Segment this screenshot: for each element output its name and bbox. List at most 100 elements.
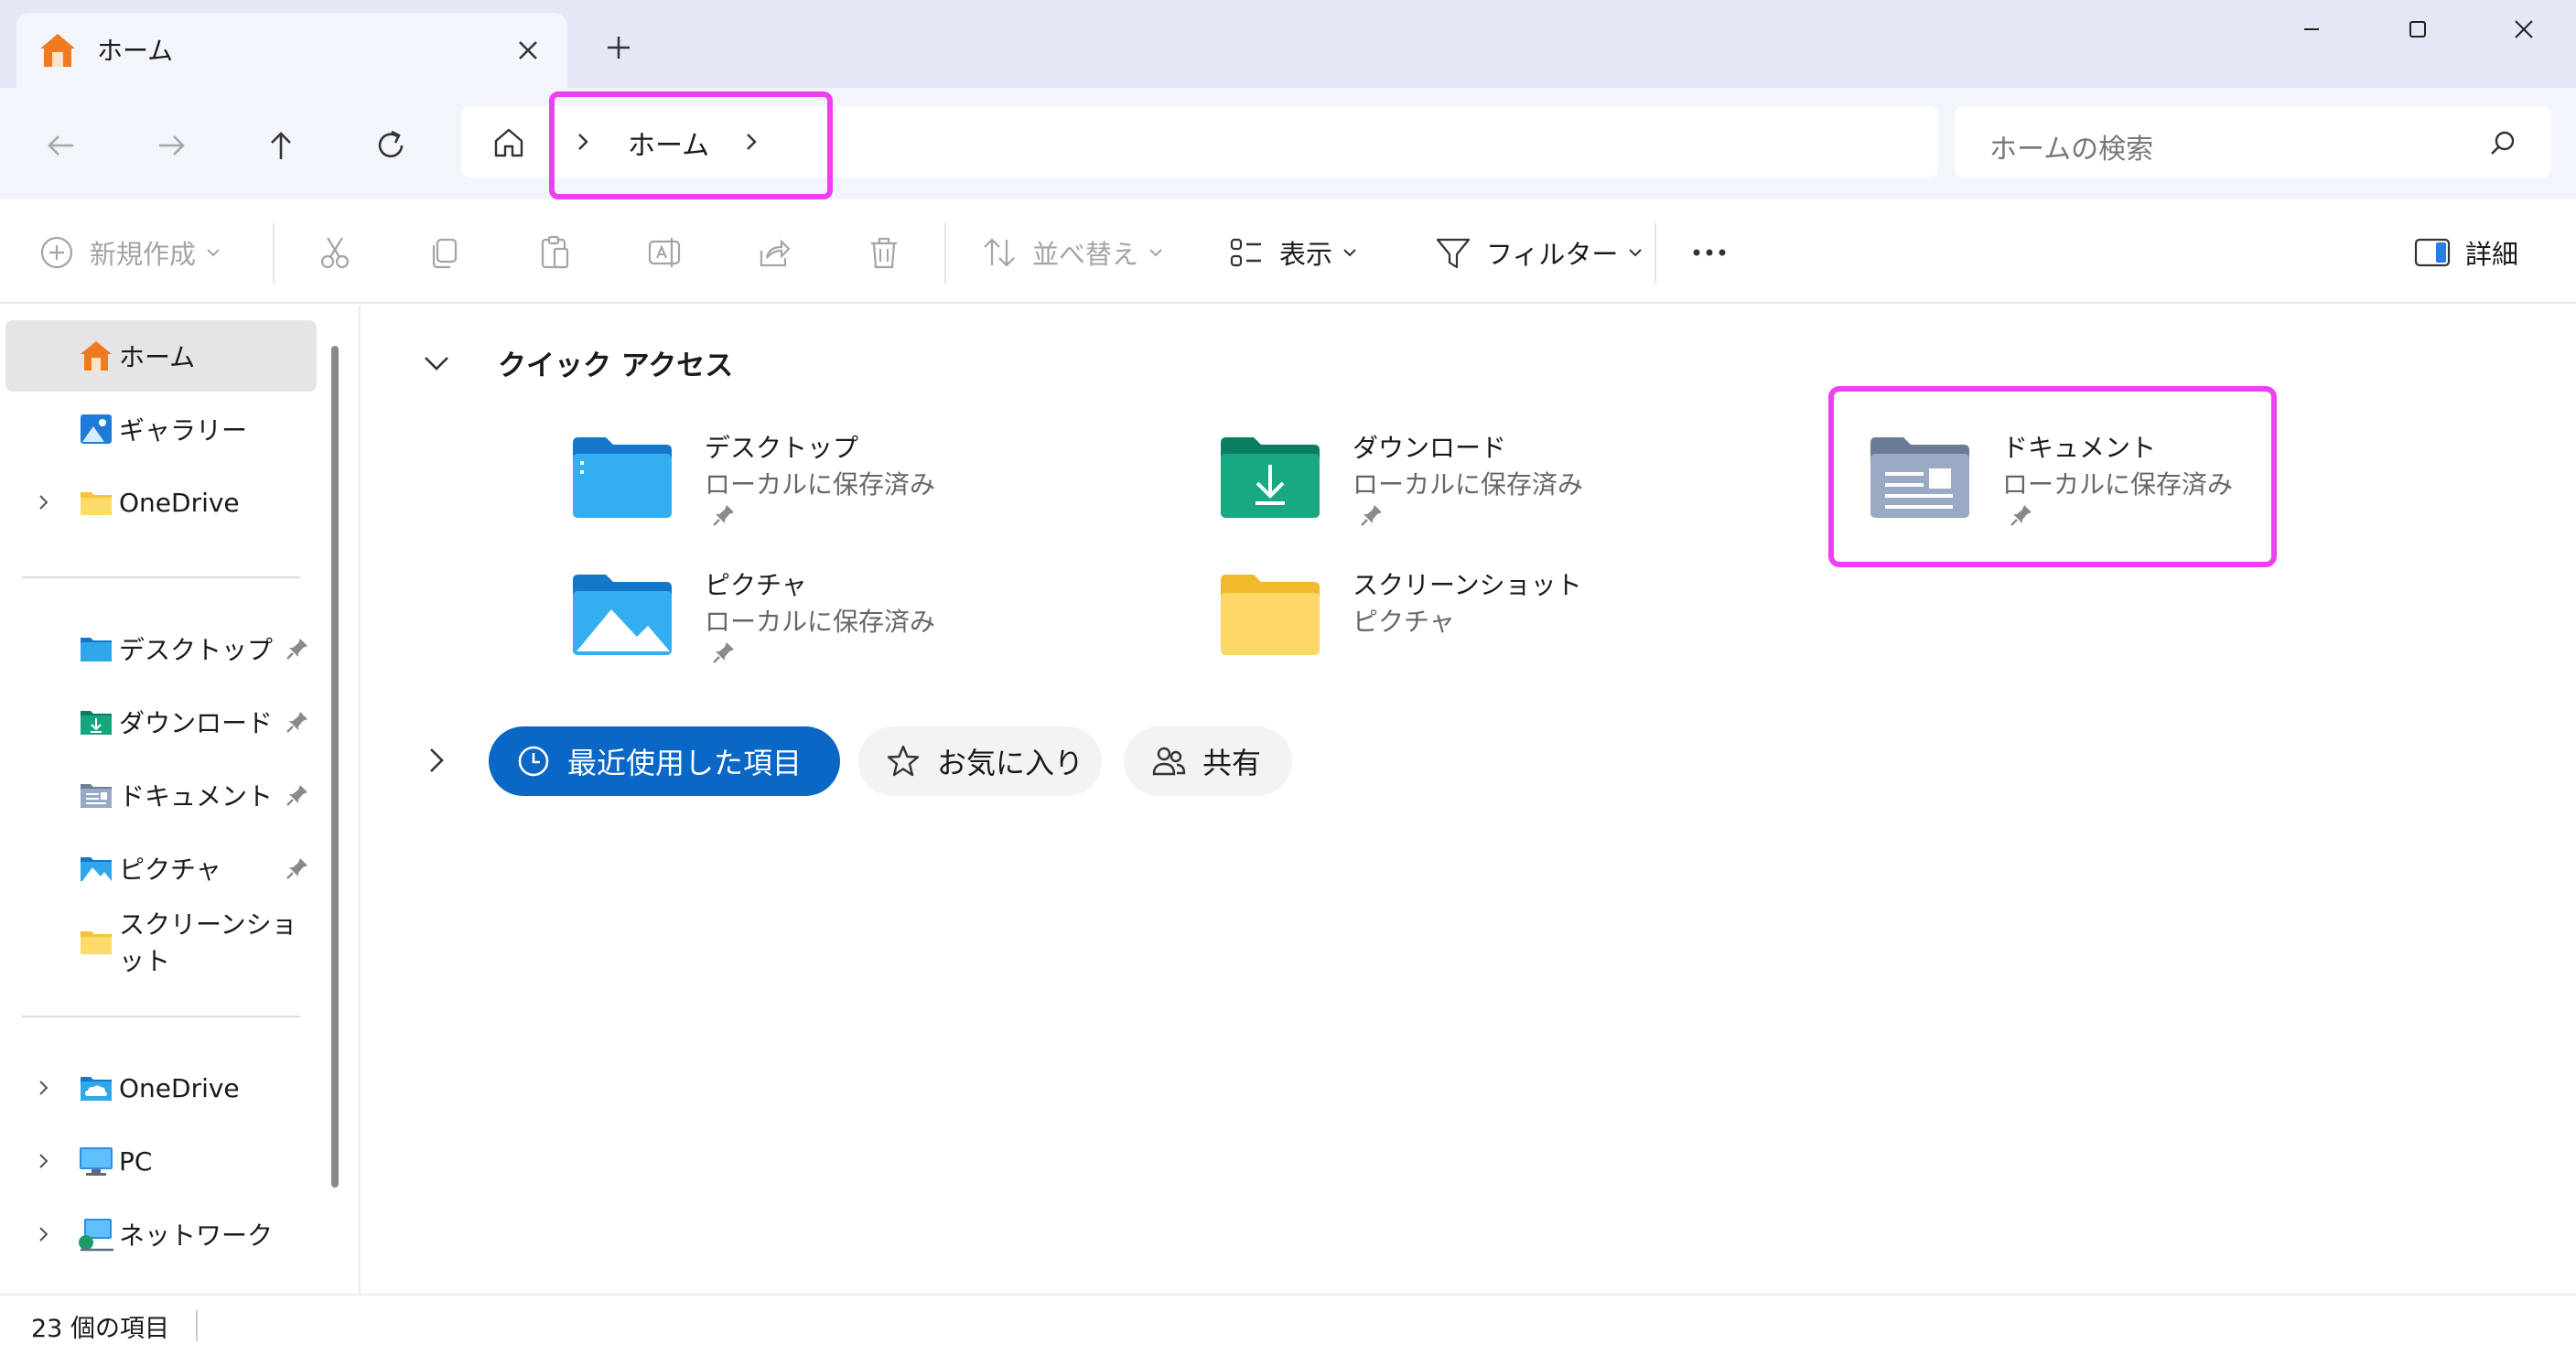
plus-circle-icon: [40, 236, 73, 269]
shared-label: 共有: [1202, 746, 1262, 780]
item-name: スクリーンショット: [1353, 570, 1582, 600]
status-bar: 23 個の項目: [0, 1294, 2576, 1355]
command-bar: 新規作成 並べ替え 表示 フィルター 詳細: [0, 199, 2576, 304]
cloud-icon: [81, 1077, 112, 1101]
sidebar-item-home[interactable]: ホーム: [5, 320, 317, 392]
title-bar: ホーム: [0, 0, 2576, 88]
sidebar-item-label: デスクトップ: [119, 635, 274, 665]
rename-button[interactable]: [644, 231, 684, 274]
quick-access-item-downloads[interactable]: ダウンロード ローカルに保存済み: [1197, 406, 1636, 542]
copy-button[interactable]: [425, 231, 465, 274]
chevron-down-icon: [1343, 249, 1356, 257]
sort-button[interactable]: 並べ替え: [979, 231, 1164, 274]
pin-icon[interactable]: [284, 635, 311, 662]
copy-icon: [432, 238, 458, 269]
recent-items-tab[interactable]: 最近使用した項目: [489, 726, 840, 796]
pc-icon: [80, 1147, 113, 1176]
quick-access-item-pictures[interactable]: ピクチャ ローカルに保存済み: [549, 543, 988, 679]
details-pane-button[interactable]: 詳細: [2412, 231, 2518, 274]
search-input[interactable]: ホームの検索: [1955, 106, 2551, 177]
minimize-icon[interactable]: [2284, 9, 2339, 49]
up-arrow-icon[interactable]: [256, 121, 306, 170]
item-count: 23 個の項目: [31, 1315, 169, 1343]
clipboard-icon: [541, 235, 569, 269]
tab-home[interactable]: ホーム: [16, 13, 567, 88]
sidebar-item-network[interactable]: ネットワーク: [5, 1199, 317, 1270]
sidebar-item-label: PC: [119, 1145, 153, 1177]
sidebar-item-pc[interactable]: PC: [5, 1125, 317, 1197]
chevron-right-icon[interactable]: [31, 1148, 57, 1174]
sidebar-item-documents[interactable]: ドキュメント: [5, 759, 317, 831]
scissors-icon: [320, 237, 350, 269]
favorites-tab[interactable]: お気に入り: [858, 726, 1102, 796]
navigation-pane: ホーム ギャラリー OneDrive デスクトップ ダウンロード ドキュメント …: [0, 306, 361, 1294]
chevron-right-icon[interactable]: [31, 489, 57, 515]
home-icon: [40, 34, 75, 67]
sidebar-item-onedrive[interactable]: OneDrive: [5, 1052, 317, 1124]
favorites-label: お気に入り: [937, 746, 1084, 780]
home-outline-icon[interactable]: [489, 123, 529, 163]
quick-access-item-screenshots[interactable]: スクリーンショット ピクチャ: [1197, 543, 1636, 679]
search-placeholder: ホームの検索: [1989, 134, 2154, 166]
delete-button[interactable]: [864, 231, 904, 274]
sidebar-item-screenshots[interactable]: スクリーンショット: [5, 906, 317, 977]
status-divider: [196, 1310, 198, 1341]
sidebar-item-label: ダウンロード: [119, 708, 274, 738]
item-name: ダウンロード: [1353, 433, 1507, 463]
pictures-folder-icon: [573, 575, 672, 655]
item-status: ローカルに保存済み: [705, 607, 936, 637]
sidebar-item-downloads[interactable]: ダウンロード: [5, 686, 317, 758]
share-icon: [760, 239, 791, 267]
view-list-icon: [1230, 238, 1261, 267]
filter-button[interactable]: フィルター: [1433, 231, 1644, 274]
new-tab-icon[interactable]: [600, 29, 637, 66]
breadcrumb-highlight: [549, 91, 833, 199]
chevron-down-icon: [207, 249, 220, 257]
back-arrow-icon[interactable]: [37, 121, 86, 170]
sidebar-item-onedrive-personal[interactable]: OneDrive: [5, 467, 317, 538]
forward-arrow-icon[interactable]: [146, 121, 196, 170]
chevron-down-icon: [1149, 249, 1162, 257]
quick-access-item-desktop[interactable]: デスクトップ ローカルに保存済み: [549, 406, 988, 542]
sidebar-item-label: ピクチャ: [119, 855, 221, 885]
pictures-folder-icon: [81, 857, 112, 881]
chevron-right-icon[interactable]: [31, 1221, 57, 1247]
sidebar-item-gallery[interactable]: ギャラリー: [5, 393, 317, 465]
pin-icon[interactable]: [284, 855, 311, 882]
sidebar-item-label: OneDrive: [119, 487, 240, 518]
sidebar-scrollbar[interactable]: [331, 346, 339, 1188]
share-button[interactable]: [754, 231, 794, 274]
item-status: ローカルに保存済み: [1353, 469, 1584, 500]
tab-close-icon[interactable]: [511, 33, 545, 68]
paste-button[interactable]: [534, 231, 575, 274]
toolbar-divider: [944, 223, 946, 284]
chevron-right-icon[interactable]: [31, 1075, 57, 1101]
home-icon: [81, 341, 112, 371]
view-label: 表示: [1279, 239, 1333, 270]
new-button[interactable]: 新規作成: [37, 231, 221, 274]
sidebar-item-desktop[interactable]: デスクトップ: [5, 613, 317, 684]
shared-tab[interactable]: 共有: [1124, 726, 1292, 796]
item-name: ピクチャ: [705, 570, 807, 600]
search-icon[interactable]: [2485, 126, 2520, 161]
item-name: デスクトップ: [705, 433, 859, 463]
sidebar-item-label: ネットワーク: [119, 1221, 274, 1251]
sidebar-item-pictures[interactable]: ピクチャ: [5, 833, 317, 904]
pin-icon[interactable]: [284, 708, 311, 736]
maximize-icon[interactable]: [2390, 9, 2445, 49]
pin-icon[interactable]: [284, 781, 311, 809]
view-button[interactable]: 表示: [1226, 231, 1358, 274]
download-folder-icon: [1221, 437, 1320, 518]
chevron-right-icon[interactable]: [417, 741, 456, 780]
sidebar-item-label: ギャラリー: [119, 415, 248, 446]
refresh-icon[interactable]: [366, 121, 415, 170]
sort-label: 並べ替え: [1032, 239, 1139, 270]
more-options-button[interactable]: [1689, 231, 1730, 274]
close-icon[interactable]: [2496, 9, 2551, 49]
documents-highlight: [1828, 386, 2277, 567]
cut-button[interactable]: [315, 231, 355, 274]
star-icon: [887, 745, 920, 777]
clock-icon: [518, 746, 549, 777]
network-icon: [79, 1219, 113, 1252]
chevron-down-icon[interactable]: [417, 344, 456, 382]
